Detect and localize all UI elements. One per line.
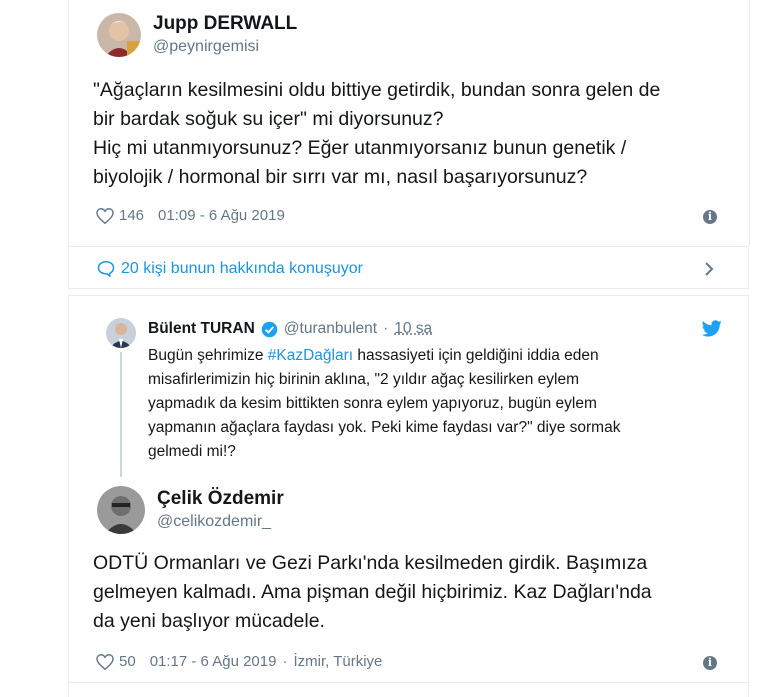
tweet-text: "Ağaçların kesilmesini oldu bittiye geti… xyxy=(93,79,661,188)
tweet-text: ODTÜ Ormanları ve Gezi Parkı'nda kesilme… xyxy=(93,552,652,632)
speech-bubble-icon xyxy=(97,260,115,278)
divider xyxy=(68,682,749,683)
author-name[interactable]: Jupp DERWALL xyxy=(153,13,297,35)
verified-badge-icon xyxy=(261,321,278,338)
heart-icon[interactable] xyxy=(96,207,114,224)
avatar[interactable] xyxy=(97,13,141,57)
like-count[interactable]: 50 xyxy=(119,653,136,670)
chevron-right-icon[interactable] xyxy=(703,261,715,277)
author-handle[interactable]: @peynirgemisi xyxy=(153,38,259,56)
dot-separator: · xyxy=(383,320,389,337)
info-icon[interactable]: i xyxy=(703,210,717,224)
like-count[interactable]: 146 xyxy=(119,207,144,224)
quoted-text: Bugün şehrimize #KazDağları hassasiyeti … xyxy=(148,344,728,464)
quoted-time[interactable]: 10 sa xyxy=(394,320,432,338)
heart-icon[interactable] xyxy=(96,653,114,670)
tweet-meta: 146 01:09 - 6 Ağu 2019 xyxy=(96,207,285,224)
conversation-label[interactable]: 20 kişi bunun hakkında konuşuyor xyxy=(121,260,363,278)
tweet-timestamp[interactable]: 01:17 - 6 Ağu 2019 xyxy=(150,653,277,670)
author-name[interactable]: Çelik Özdemir xyxy=(157,488,284,510)
author-handle[interactable]: @celikozdemir_ xyxy=(157,513,271,531)
avatar[interactable] xyxy=(106,318,136,348)
twitter-bird-icon[interactable] xyxy=(701,320,722,337)
quoted-author-name[interactable]: Bülent TURAN xyxy=(148,320,255,338)
meta-separator: · xyxy=(282,653,288,670)
thread-line xyxy=(120,352,122,477)
tweet-meta: 50 01:17 - 6 Ağu 2019 · İzmir, Türkiye xyxy=(96,653,382,670)
quoted-header: Bülent TURAN @turanbulent · 10 sa xyxy=(148,320,432,338)
quoted-text-start: Bugün şehrimize xyxy=(148,347,268,364)
tweet-location[interactable]: İzmir, Türkiye xyxy=(293,653,382,670)
hashtag-link[interactable]: #KazDağları xyxy=(268,347,353,364)
avatar[interactable] xyxy=(97,486,145,534)
tweet-timestamp[interactable]: 01:09 - 6 Ağu 2019 xyxy=(158,207,285,224)
info-icon[interactable]: i xyxy=(703,656,717,670)
quoted-author-handle[interactable]: @turanbulent xyxy=(284,320,377,338)
